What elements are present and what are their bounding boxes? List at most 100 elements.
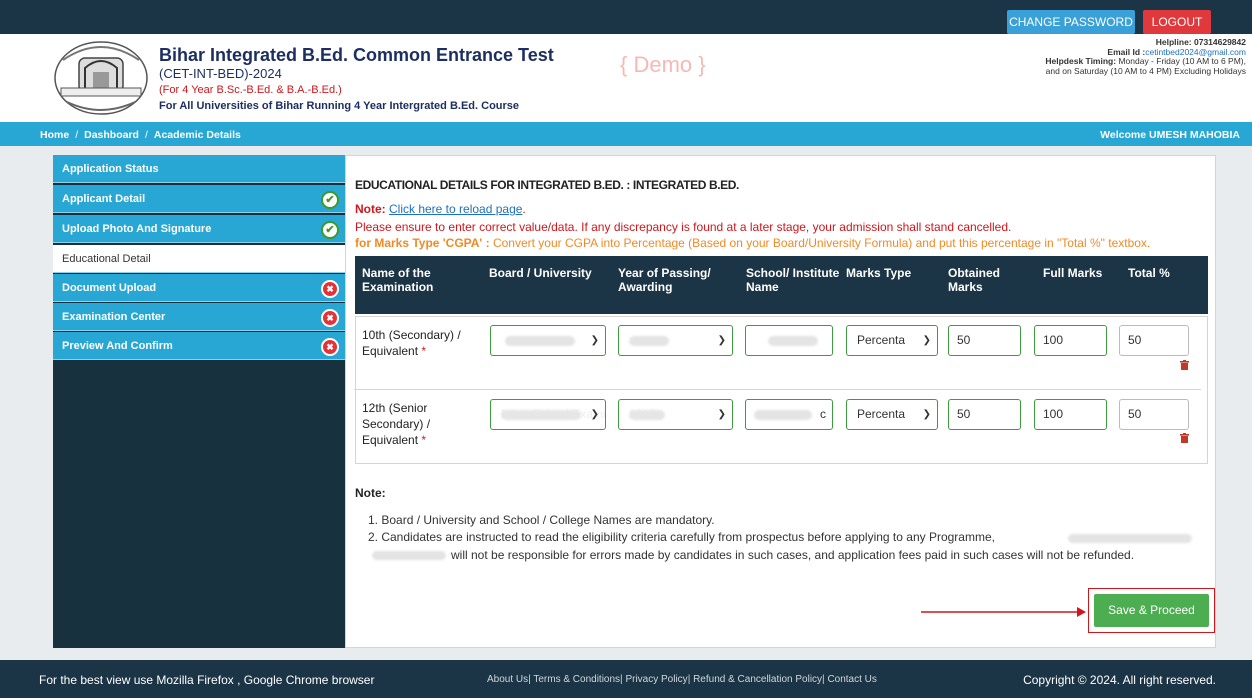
header-school: School/ Institute Name [746, 266, 840, 294]
cross-icon: ✖ [321, 338, 339, 356]
timing-label: Helpdesk Timing: [1045, 56, 1117, 66]
board-select[interactable]: Bihar School Examination Board❯ [490, 399, 606, 430]
redacted-value [629, 410, 665, 420]
sidebar-item-document-upload[interactable]: Document Upload ✖ [53, 274, 345, 302]
full-marks-input[interactable]: 100 [1034, 325, 1107, 356]
obtained-marks-input[interactable]: 50 [948, 325, 1021, 356]
cgpa-text: Convert your CGPA into Percentage (Based… [489, 236, 1151, 250]
timing-2: and on Saturday (10 AM to 4 PM) Excludin… [1045, 65, 1246, 76]
header-marks-type: Marks Type [846, 266, 912, 280]
redacted-value [501, 410, 581, 420]
footer: For the best view use Mozilla Firefox , … [0, 660, 1252, 698]
cgpa-prefix: for Marks Type 'CGPA' : [355, 236, 490, 250]
reload-link[interactable]: Click here to reload page [389, 202, 522, 216]
note-item: 2. Candidates are instructed to read the… [368, 530, 995, 544]
footer-link-privacy[interactable]: Privacy Policy [625, 674, 687, 685]
row-exam-name: 12th (Senior Secondary) / Equivalent * [362, 401, 431, 447]
header-year: Year of Passing/Awarding [618, 266, 711, 294]
cross-icon: ✖ [321, 280, 339, 298]
sidebar-item-upload-photo[interactable]: Upload Photo And Signature ✔ [53, 215, 345, 243]
sidebar-item-application-status[interactable]: Application Status [53, 155, 345, 183]
footer-link-refund[interactable]: Refund & Cancellation Policy [693, 674, 822, 685]
redacted-value [629, 336, 669, 346]
sidebar-item-label: Applicant Detail [62, 193, 146, 205]
header-board: Board / University [489, 266, 592, 280]
site-subtitle: (CET-INT-BED)-2024 [159, 66, 282, 81]
header-obtained: Obtained Marks [948, 266, 1001, 294]
chevron-down-icon: ❯ [717, 409, 726, 420]
site-title: Bihar Integrated B.Ed. Common Entrance T… [159, 45, 554, 65]
trash-icon[interactable] [1180, 360, 1189, 370]
redacted-value [754, 410, 812, 420]
check-icon: ✔ [321, 191, 339, 209]
universities-line: For All Universities of Bihar Running 4 … [159, 100, 520, 112]
school-input[interactable] [745, 325, 833, 356]
breadcrumb-separator: / [75, 129, 79, 141]
note-item: 1. Board / University and School / Colle… [368, 513, 715, 527]
change-password-button[interactable]: CHANGE PASSWORD [1007, 10, 1135, 34]
table-header: Name of the Examination Board / Universit… [355, 256, 1208, 314]
email-link[interactable]: cetintbed2024@gmail.com [1145, 47, 1246, 57]
trash-icon[interactable] [1180, 433, 1189, 443]
sidebar-item-educational-detail[interactable]: Educational Detail [53, 245, 345, 273]
sidebar-item-label: Application Status [62, 163, 159, 175]
sidebar-item-preview-confirm[interactable]: Preview And Confirm ✖ [53, 332, 345, 360]
header-exam: Name of the Examination [362, 266, 434, 294]
footer-link-about[interactable]: About Us [487, 674, 528, 685]
full-marks-input[interactable]: 100 [1034, 399, 1107, 430]
header-full-marks: Full Marks [1043, 266, 1103, 280]
header-total: Total % [1128, 266, 1170, 280]
sidebar-item-label: Educational Detail [62, 253, 151, 265]
breadcrumb: Home / Dashboard / Academic Details [40, 129, 241, 141]
footer-links: About Us| Terms & Conditions| Privacy Po… [487, 674, 877, 685]
total-percent-input[interactable]: 50 [1119, 325, 1189, 356]
breadcrumb-current: Academic Details [153, 129, 241, 141]
breadcrumb-dashboard[interactable]: Dashboard [84, 129, 139, 141]
helpdesk-info: Helpline: 07314629842 Email Id :cetintbe… [926, 37, 1246, 76]
required-marker: * [421, 344, 427, 358]
email-label: Email Id : [1107, 46, 1146, 57]
sidebar-item-label: Examination Center [62, 311, 166, 323]
save-proceed-button[interactable]: Save & Proceed [1094, 594, 1209, 627]
sidebar-item-examination-center[interactable]: Examination Center ✖ [53, 303, 345, 331]
marks-type-select[interactable]: Percenta ❯ [846, 325, 938, 356]
redacted-value [372, 551, 446, 560]
footer-link-terms[interactable]: Terms & Conditions [533, 674, 620, 685]
redacted-value [768, 336, 818, 346]
marks-type-select[interactable]: Percenta ❯ [846, 399, 938, 430]
chevron-down-icon: ❯ [922, 409, 931, 420]
row-exam-name: 10th (Secondary) / Equivalent * [362, 328, 461, 358]
breadcrumb-home[interactable]: Home [40, 129, 69, 141]
chevron-down-icon: ❯ [590, 409, 599, 420]
sidebar: Application Status Applicant Detail ✔ Upl… [53, 155, 345, 648]
board-select[interactable]: ❯ [490, 325, 606, 356]
demo-label: { Demo } [620, 52, 706, 77]
breadcrumb-bar: Home / Dashboard / Academic Details Welcome … [0, 122, 1252, 146]
chevron-down-icon: ❯ [717, 335, 726, 346]
obtained-marks-input[interactable]: 50 [948, 399, 1021, 430]
browser-note: For the best view use Mozilla Firefox , … [39, 673, 375, 687]
redacted-value [1068, 534, 1192, 543]
sidebar-item-applicant-detail[interactable]: Applicant Detail ✔ [53, 185, 345, 213]
note-item: will not be responsible for errors made … [451, 548, 1135, 562]
warning-note: Please ensure to enter correct value/dat… [355, 220, 1012, 234]
save-highlight-box: Save & Proceed [1088, 588, 1215, 633]
chevron-down-icon: ❯ [590, 335, 599, 346]
notes-heading: Note: [355, 486, 386, 500]
redacted-value [505, 336, 575, 346]
breadcrumb-separator: / [144, 129, 148, 141]
top-bar: CHANGE PASSWORD LOGOUT [0, 0, 1252, 34]
total-percent-input[interactable]: 50 [1119, 399, 1189, 430]
footer-link-contact[interactable]: Contact Us [827, 674, 876, 685]
logout-button[interactable]: LOGOUT [1143, 10, 1211, 34]
sidebar-item-label: Preview And Confirm [62, 340, 173, 352]
helpline: Helpline: 07314629842 [1155, 37, 1246, 47]
school-input[interactable]: c [745, 399, 833, 430]
row-divider [354, 389, 1201, 390]
cgpa-note: for Marks Type 'CGPA' : Convert your CGP… [355, 236, 1150, 250]
year-select[interactable]: 2017❯ [618, 399, 733, 430]
sidebar-item-label: Upload Photo And Signature [62, 223, 212, 235]
year-select[interactable]: ❯ [618, 325, 733, 356]
university-logo [54, 41, 148, 115]
note-prefix: Note: [355, 202, 389, 216]
